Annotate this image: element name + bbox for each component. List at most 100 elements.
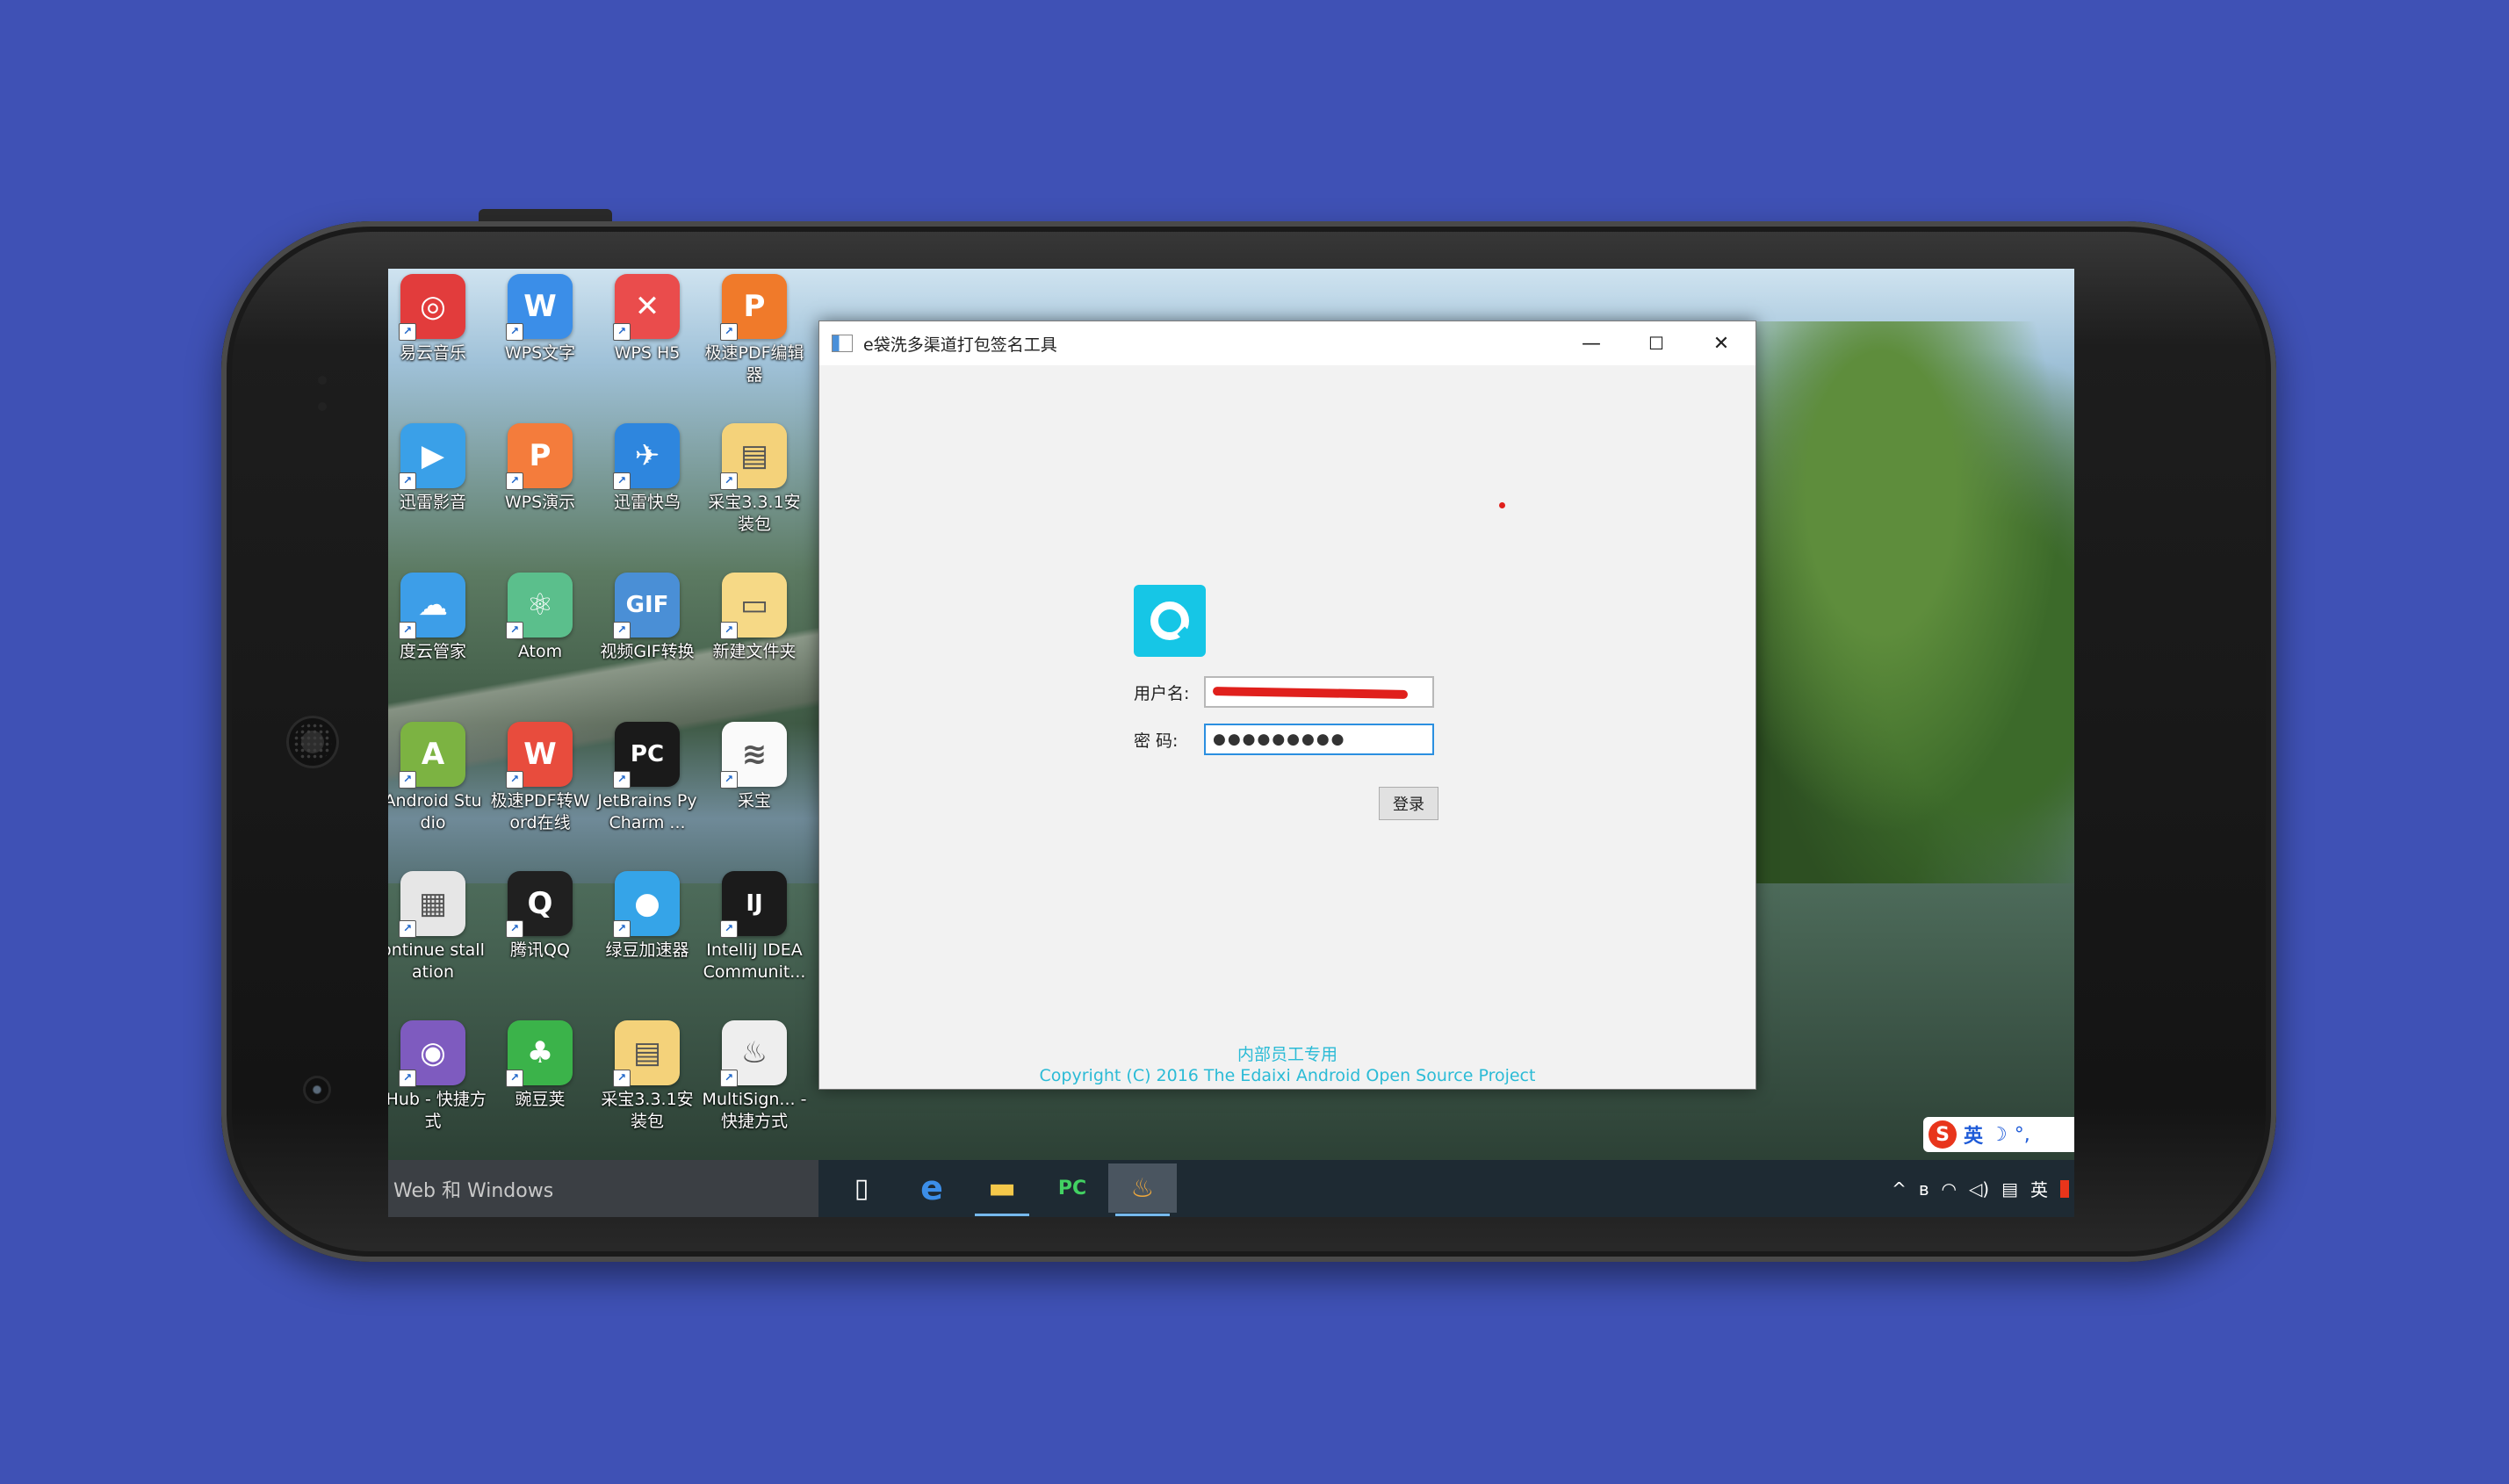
desktop-icon[interactable]: PC ↗ JetBrains PyCharm ... — [594, 717, 701, 834]
footer-copyright: Copyright (C) 2016 The Edaixi Android Op… — [1039, 1066, 1536, 1085]
file-explorer-icon[interactable]: ▬ — [968, 1163, 1036, 1216]
desktop-screen: ◎ ↗ 易云音乐 W ↗ WPS文字 ✕ ↗ WPS H5 P ↗ 极速PDF编辑器 ▶ ↗ 迅雷影音 P ↗ W… — [388, 269, 2074, 1217]
wallpaper — [1741, 321, 2074, 892]
desktop-icon[interactable]: GIF ↗ 视频GIF转换 — [594, 567, 701, 663]
shortcut-arrow-icon: ↗ — [613, 472, 631, 490]
shortcut-arrow-icon: ↗ — [506, 323, 523, 341]
desktop-icon[interactable]: ⚛ ↗ Atom — [487, 567, 594, 663]
desktop-icon[interactable]: ▭ ↗ 新建文件夹 — [701, 567, 808, 663]
desktop-icon[interactable]: ● ↗ 绿豆加速器 — [594, 866, 701, 962]
edge-icon[interactable]: e — [898, 1163, 966, 1213]
desktop-icon[interactable]: ◎ ↗ 易云音乐 — [388, 269, 487, 364]
shortcut-arrow-icon: ↗ — [720, 323, 738, 341]
shortcut-arrow-icon: ↗ — [720, 1070, 738, 1087]
window-titlebar[interactable]: e袋洗多渠道打包签名工具 — ☐ ✕ — [819, 321, 1756, 365]
desktop-app-icon: ● ↗ — [613, 871, 680, 938]
shortcut-arrow-icon: ↗ — [506, 771, 523, 789]
moon-icon[interactable]: ☽ — [1990, 1124, 2008, 1146]
desktop-icon[interactable]: ♨ ↗ MultiSign... - 快捷方式 — [701, 1015, 808, 1133]
desktop-icon[interactable]: ≋ ↗ 采宝 — [701, 717, 808, 812]
username-field[interactable] — [1204, 676, 1434, 708]
pycharm-taskbar-icon[interactable]: PC — [1038, 1163, 1107, 1213]
desktop-app-icon: ▤ ↗ — [720, 423, 787, 490]
shortcut-arrow-icon: ↗ — [720, 771, 738, 789]
close-button[interactable]: ✕ — [1689, 321, 1754, 365]
desktop-icon-label: JetBrains PyCharm ... — [597, 791, 697, 832]
login-button[interactable]: 登录 — [1379, 787, 1438, 820]
shortcut-arrow-icon: ↗ — [613, 323, 631, 341]
shortcut-arrow-icon: ↗ — [399, 472, 416, 490]
desktop-app-icon: ☁ ↗ — [399, 573, 465, 639]
desktop-app-icon: A ↗ — [399, 722, 465, 789]
desktop-app-icon: ▭ ↗ — [720, 573, 787, 639]
shortcut-arrow-icon: ↗ — [399, 920, 416, 938]
shortcut-arrow-icon: ↗ — [720, 920, 738, 938]
minimize-button[interactable]: — — [1559, 321, 1624, 365]
desktop-icon[interactable]: W ↗ WPS文字 — [487, 269, 594, 364]
desktop-icon[interactable]: ✈ ↗ 迅雷快鸟 — [594, 418, 701, 514]
desktop-app-icon: GIF ↗ — [613, 573, 680, 639]
desktop-app-icon: ♣ ↗ — [506, 1020, 573, 1087]
bluetooth-icon[interactable]: ʙ — [1919, 1178, 1929, 1199]
desktop-icon-label: 迅雷影音 — [399, 493, 466, 512]
desktop-icon-label: 视频GIF转换 — [600, 642, 695, 661]
shortcut-arrow-icon: ↗ — [399, 323, 416, 341]
wifi-icon[interactable]: ◠ — [1941, 1178, 1956, 1199]
red-dot-marker — [1499, 502, 1505, 508]
desktop-icon[interactable]: P ↗ 极速PDF编辑器 — [701, 269, 808, 386]
desktop-icon-label: WPS文字 — [504, 343, 576, 363]
app-window-icon — [832, 335, 853, 352]
volume-icon[interactable]: ◁) — [1969, 1178, 1989, 1199]
shortcut-arrow-icon: ↗ — [613, 771, 631, 789]
taskbar-search-box[interactable]: Web 和 Windows — [388, 1160, 818, 1217]
desktop-icon-label: IntelliJ IDEA Communit... — [703, 940, 806, 982]
desktop-icon-label: 迅雷快鸟 — [613, 493, 681, 512]
ime-toolbar[interactable]: S 英 ☽ °, — [1923, 1117, 2074, 1152]
shortcut-arrow-icon: ↗ — [720, 472, 738, 490]
punctuation-icon[interactable]: °, — [2015, 1124, 2030, 1146]
desktop-app-icon: ✕ ↗ — [613, 274, 680, 341]
sogou-tray-icon[interactable] — [2060, 1179, 2069, 1198]
desktop-app-icon: ▦ ↗ — [399, 871, 465, 938]
desktop-icon[interactable]: IJ ↗ IntelliJ IDEA Communit... — [701, 866, 808, 983]
sogou-ime-icon[interactable]: S — [1929, 1120, 1957, 1149]
desktop-icon[interactable]: Q ↗ 腾讯QQ — [487, 866, 594, 962]
desktop-icon[interactable]: P ↗ WPS演示 — [487, 418, 594, 514]
window-title: e袋洗多渠道打包签名工具 — [863, 335, 1057, 355]
desktop-app-icon: P ↗ — [506, 423, 573, 490]
desktop-app-icon: PC ↗ — [613, 722, 680, 789]
desktop-icon[interactable]: A ↗ Android Studio — [388, 717, 487, 834]
desktop-icon[interactable]: ▦ ↗ ontinue stallation — [388, 866, 487, 983]
desktop-icon[interactable]: ☁ ↗ 度云管家 — [388, 567, 487, 663]
desktop-app-icon: W ↗ — [506, 274, 573, 341]
desktop-icon[interactable]: ▤ ↗ 采宝3.3.1安装包 — [594, 1015, 701, 1133]
desktop-app-icon: IJ ↗ — [720, 871, 787, 938]
show-hidden-icons-chevron-icon[interactable]: ^ — [1892, 1178, 1907, 1199]
redaction-mark — [1212, 687, 1409, 699]
desktop-icon-label: tHub - 快捷方式 — [388, 1090, 487, 1131]
password-value: ●●●●●●●●● — [1213, 731, 1346, 748]
shortcut-arrow-icon: ↗ — [506, 1070, 523, 1087]
notification-icon[interactable]: ▤ — [2001, 1178, 2018, 1199]
task-view-icon[interactable]: ▯ — [827, 1163, 896, 1213]
desktop-icon[interactable]: ▶ ↗ 迅雷影音 — [388, 418, 487, 514]
ime-mode-toggle[interactable]: 英 — [1964, 1120, 1983, 1149]
java-app-icon[interactable]: ♨ — [1108, 1163, 1177, 1216]
shortcut-arrow-icon: ↗ — [720, 622, 738, 639]
password-row: 密 码: ●●●●●●●●● — [1134, 724, 1434, 755]
desktop-icon[interactable]: ▤ ↗ 采宝3.3.1安装包 — [701, 418, 808, 536]
maximize-button[interactable]: ☐ — [1624, 321, 1689, 365]
password-label: 密 码: — [1134, 731, 1179, 751]
app-logo-icon — [1134, 585, 1206, 657]
desktop-icon[interactable]: ◉ ↗ tHub - 快捷方式 — [388, 1015, 487, 1133]
password-field[interactable]: ●●●●●●●●● — [1204, 724, 1434, 755]
desktop-app-icon: ◎ ↗ — [399, 274, 465, 341]
desktop-icon[interactable]: ✕ ↗ WPS H5 — [594, 269, 701, 364]
desktop-icon[interactable]: ♣ ↗ 豌豆荚 — [487, 1015, 594, 1111]
desktop-icon-label: 豌豆荚 — [515, 1090, 566, 1109]
desktop-icon-label: 绿豆加速器 — [605, 940, 689, 960]
desktop-icon-label: Atom — [517, 642, 563, 661]
ime-indicator[interactable]: 英 — [2030, 1176, 2048, 1201]
desktop-icon[interactable]: W ↗ 极速PDF转Word在线 — [487, 717, 594, 834]
shortcut-arrow-icon: ↗ — [506, 622, 523, 639]
